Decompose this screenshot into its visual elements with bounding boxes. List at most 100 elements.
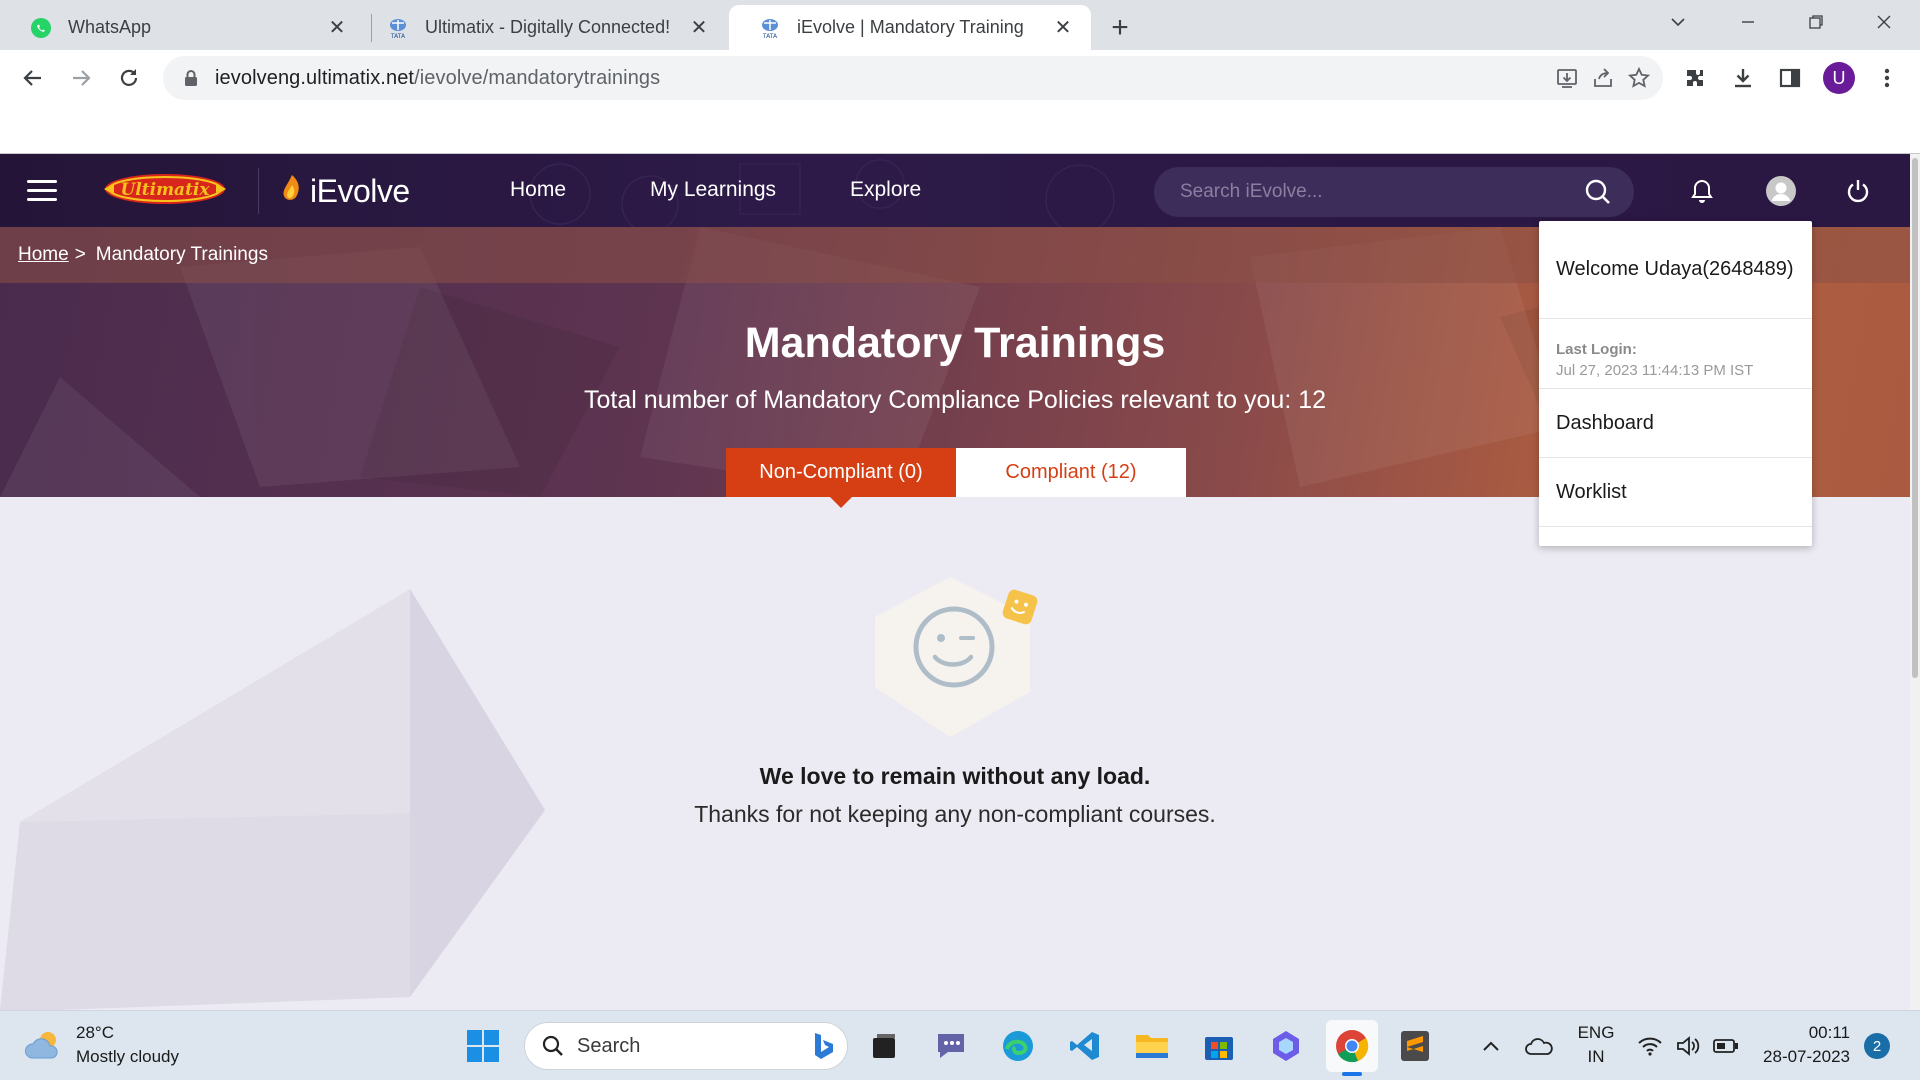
app-header: Ultimatix iEvolve Home My Learnings Expl… — [0, 154, 1910, 227]
breadcrumb-current: Mandatory Trainings — [95, 244, 268, 265]
browser-tab-strip: WhatsApp ✕ TATA Ultimatix - Digitally Co… — [0, 0, 1920, 50]
profile-avatar[interactable]: U — [1822, 61, 1856, 95]
user-account-icon[interactable] — [1765, 175, 1797, 207]
browser-tab-ievolve[interactable]: TATA iEvolve | Mandatory Training ✕ — [729, 5, 1091, 50]
edge-browser-icon[interactable] — [996, 1024, 1040, 1068]
chrome-taskbar-icon[interactable] — [1326, 1020, 1378, 1076]
browser-toolbar: ievolveng.ultimatix.net/ievolve/mandator… — [0, 50, 1920, 106]
forward-button[interactable] — [62, 59, 100, 97]
new-tab-button[interactable]: + — [1102, 10, 1138, 46]
clock-time: 00:11 — [1808, 1023, 1850, 1042]
volume-icon[interactable] — [1668, 1024, 1708, 1068]
file-explorer-icon[interactable] — [1130, 1024, 1174, 1068]
smiley-icon — [875, 577, 1038, 737]
compliance-tabs: Non-Compliant (0) Compliant (12) — [726, 448, 1186, 497]
wifi-icon[interactable] — [1630, 1024, 1670, 1068]
last-login-label: Last Login: — [1556, 341, 1637, 358]
sublime-text-icon[interactable] — [1393, 1024, 1437, 1068]
empty-state-message: Thanks for not keeping any non-compliant… — [694, 801, 1216, 827]
breadcrumb-home-link[interactable]: Home — [18, 244, 69, 266]
search-icon[interactable] — [1584, 178, 1612, 206]
nav-explore[interactable]: Explore — [850, 178, 921, 202]
clock[interactable]: 00:11 28-07-2023 — [1752, 1021, 1850, 1069]
app-search-box — [1154, 167, 1634, 217]
taskbar-search-box[interactable]: Search — [524, 1022, 848, 1070]
browser-tab-whatsapp[interactable]: WhatsApp ✕ — [0, 5, 365, 50]
minimize-icon[interactable] — [1720, 0, 1776, 44]
weather-description: Mostly cloudy — [76, 1047, 179, 1066]
menu-item-dashboard[interactable]: Dashboard — [1539, 389, 1812, 458]
address-bar[interactable]: ievolveng.ultimatix.net/ievolve/mandator… — [163, 56, 1663, 100]
reload-button[interactable] — [110, 59, 148, 97]
page-top-spacer — [0, 106, 1920, 154]
restore-icon[interactable] — [1788, 0, 1844, 44]
share-icon[interactable] — [1589, 64, 1617, 92]
tata-icon: TATA — [759, 17, 781, 39]
windows-start-icon[interactable] — [461, 1024, 505, 1068]
vscode-icon[interactable] — [1063, 1024, 1107, 1068]
search-icon — [542, 1035, 563, 1056]
close-tab-icon[interactable]: ✕ — [323, 14, 351, 42]
bing-chat-icon[interactable] — [805, 1029, 839, 1063]
hamburger-menu-icon[interactable] — [27, 180, 57, 202]
url-text: ievolveng.ultimatix.net/ievolve/mandator… — [215, 66, 661, 89]
browser-tab-ultimatix[interactable]: TATA Ultimatix - Digitally Connected! ✕ — [357, 5, 727, 50]
lock-icon[interactable] — [181, 69, 201, 87]
menu-item-worklist[interactable]: Worklist — [1539, 458, 1812, 527]
chrome-menu-icon[interactable] — [1870, 61, 1904, 95]
tab-title: WhatsApp — [68, 17, 152, 37]
tab-title: iEvolve | Mandatory Training — [797, 17, 1024, 37]
tab-compliant[interactable]: Compliant (12) — [956, 448, 1186, 497]
side-panel-icon[interactable] — [1773, 61, 1807, 95]
tab-search-icon[interactable] — [1650, 0, 1706, 44]
ultimatix-logo[interactable]: Ultimatix — [102, 169, 228, 209]
ievolve-flame-icon — [283, 175, 299, 200]
tab-non-compliant[interactable]: Non-Compliant (0) — [726, 448, 956, 497]
microsoft-store-icon[interactable] — [1197, 1024, 1241, 1068]
last-login-value: Jul 27, 2023 11:44:13 PM IST — [1556, 362, 1754, 379]
weather-temperature: 28°C — [76, 1023, 114, 1042]
bookmark-star-icon[interactable] — [1625, 64, 1653, 92]
nav-home[interactable]: Home — [510, 178, 566, 202]
empty-state-title: We love to remain without any load. — [759, 763, 1151, 789]
notification-count-badge[interactable]: 2 — [1864, 1033, 1890, 1059]
copilot-app-icon[interactable] — [1264, 1024, 1308, 1068]
task-view-icon[interactable] — [862, 1024, 906, 1068]
language-indicator[interactable]: ENG IN — [1574, 1021, 1618, 1069]
close-tab-icon[interactable]: ✕ — [685, 14, 713, 42]
breadcrumb-separator: > — [74, 244, 86, 265]
logo-divider — [258, 168, 259, 214]
battery-icon[interactable] — [1706, 1024, 1746, 1068]
svg-text:TATA: TATA — [762, 33, 778, 39]
extensions-icon[interactable] — [1678, 61, 1712, 95]
clock-date: 28-07-2023 — [1763, 1047, 1850, 1066]
close-tab-icon[interactable]: ✕ — [1049, 14, 1077, 42]
install-app-icon[interactable] — [1553, 64, 1581, 92]
ievolve-logo[interactable]: iEvolve — [278, 168, 410, 214]
svg-text:Ultimatix: Ultimatix — [120, 180, 210, 200]
close-window-icon[interactable] — [1856, 0, 1912, 44]
tata-icon: TATA — [387, 17, 409, 39]
nav-my-learnings[interactable]: My Learnings — [650, 178, 776, 202]
scrollbar-thumb[interactable] — [1912, 158, 1918, 678]
profile-dropdown-menu: Welcome Udaya(2648489) Last Login: Jul 2… — [1539, 221, 1812, 546]
power-logout-icon[interactable] — [1842, 175, 1874, 207]
show-hidden-icons-chevron-icon[interactable] — [1469, 1024, 1513, 1068]
onedrive-cloud-icon[interactable] — [1517, 1024, 1561, 1068]
page-scrollbar[interactable] — [1910, 154, 1920, 1010]
active-tab-pointer — [830, 497, 852, 508]
welcome-user-text: Welcome Udaya(2648489) — [1539, 221, 1812, 319]
svg-text:TATA: TATA — [390, 33, 406, 39]
teams-chat-icon[interactable] — [929, 1024, 973, 1068]
taskbar-search-label: Search — [577, 1034, 641, 1057]
active-app-indicator — [1342, 1072, 1362, 1076]
last-login-info: Last Login: Jul 27, 2023 11:44:13 PM IST — [1539, 319, 1812, 389]
app-search-input[interactable] — [1180, 181, 1560, 203]
notifications-bell-icon[interactable] — [1686, 175, 1718, 207]
back-button[interactable] — [14, 59, 52, 97]
downloads-icon[interactable] — [1726, 61, 1760, 95]
tab-content-panel — [0, 497, 1910, 1010]
whatsapp-icon — [30, 17, 52, 39]
tab-title: Ultimatix - Digitally Connected! — [425, 17, 671, 37]
weather-widget[interactable]: 28°C Mostly cloudy — [24, 1021, 179, 1069]
